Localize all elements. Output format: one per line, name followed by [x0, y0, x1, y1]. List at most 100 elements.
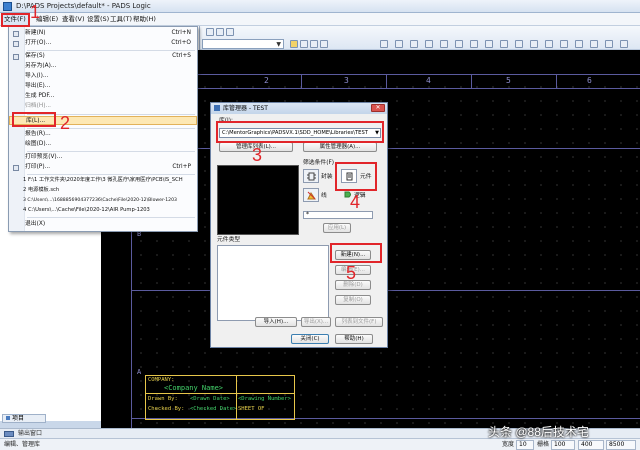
- dialog-title-bar: 库管理器 - TEST ✕: [211, 103, 387, 114]
- menu-bar: 文件(F) 编辑(E) 查看(V) 设置(S) 工具(T) 帮助(H): [0, 13, 640, 26]
- filter-input[interactable]: *: [303, 211, 373, 219]
- export-button[interactable]: 导出(X)...: [301, 317, 331, 327]
- toolbar-combo[interactable]: ▼: [202, 39, 284, 49]
- tool-icon[interactable]: [300, 40, 308, 48]
- menu-help[interactable]: 帮助(H): [131, 13, 158, 26]
- menu-item-label: 打印预览(V)...: [25, 154, 63, 160]
- menu-item-export[interactable]: 导出(E)...: [9, 82, 197, 91]
- import-button[interactable]: 导入(H)...: [255, 317, 297, 327]
- tool-icon[interactable]: [380, 40, 388, 48]
- tool-icon[interactable]: [455, 40, 463, 48]
- zone-label: 5: [506, 76, 511, 85]
- close-icon[interactable]: ✕: [371, 104, 385, 112]
- tool-icon[interactable]: [310, 40, 318, 48]
- part-types-list[interactable]: [217, 245, 329, 321]
- menu-item-label: 保存(S): [25, 53, 45, 59]
- copy-button[interactable]: 复制(O): [335, 295, 371, 305]
- zone-label: 6: [587, 76, 592, 85]
- annotation-number-4: 4: [350, 192, 361, 212]
- menu-item-recent-2[interactable]: 2 电源模板.sch: [9, 186, 197, 195]
- filter-value: *: [306, 211, 309, 218]
- tool-icon[interactable]: [530, 40, 538, 48]
- library-icon: [214, 105, 220, 111]
- menu-item-label: 导出(E)...: [25, 83, 51, 89]
- tool-icon[interactable]: [500, 40, 508, 48]
- select-tool-icon[interactable]: [290, 40, 298, 48]
- titleblock-company-label: COMPANY:: [148, 377, 175, 383]
- menu-item-reports[interactable]: 报告(R)...: [9, 130, 197, 139]
- annotation-box-3: [216, 121, 384, 143]
- save-icon: [13, 54, 19, 60]
- line-filter-label: 线: [321, 193, 327, 199]
- menu-item-recent-3[interactable]: 3 C:\Users\...\1688856904377236\Cache\Fi…: [9, 196, 197, 205]
- menu-item-label: 1 F:\1 工作文件夹\2020年度工作\3 微孔医疗\家用医疗\PCB\IS…: [23, 177, 183, 183]
- close-button[interactable]: 关闭(C): [291, 334, 329, 344]
- menu-view[interactable]: 查看(V): [60, 13, 87, 26]
- decal-icon: [307, 172, 316, 181]
- menu-item-label: 报告(R)...: [25, 131, 51, 137]
- title-bar: D:\PADS Projects\default* - PADS Logic: [0, 0, 640, 13]
- tool-icon[interactable]: [515, 40, 523, 48]
- menu-item-print[interactable]: 打印(P)... Ctrl+P: [9, 163, 197, 172]
- menu-item-label: 2 电源模板.sch: [23, 187, 60, 193]
- apply-button[interactable]: 应用(L): [323, 223, 351, 233]
- tool-icon[interactable]: [470, 40, 478, 48]
- tool-icon[interactable]: [440, 40, 448, 48]
- menu-item-save-as[interactable]: 另存为(A)...: [9, 62, 197, 71]
- tool-icon[interactable]: [320, 40, 328, 48]
- annotation-box-2: [12, 112, 56, 127]
- menu-item-label: 打印(P)...: [25, 164, 51, 170]
- zone-divider: [301, 74, 302, 88]
- menu-item-print-preview[interactable]: 打印预览(V)...: [9, 153, 197, 162]
- titleblock-divider: [146, 393, 294, 394]
- titleblock-divider: [236, 376, 237, 419]
- menu-item-save[interactable]: 保存(S) Ctrl+S: [9, 52, 197, 61]
- tool-icon[interactable]: [605, 40, 613, 48]
- menu-item-import[interactable]: 导入(I)...: [9, 72, 197, 81]
- grid-field[interactable]: 100: [551, 440, 575, 450]
- help-button[interactable]: 帮助(H): [335, 334, 373, 344]
- menu-item-plot[interactable]: 绘图(D)...: [9, 140, 197, 149]
- menu-item-shortcut: Ctrl+P: [172, 164, 191, 170]
- annotation-number-3: 3: [252, 145, 263, 165]
- tool-icon[interactable]: [620, 40, 628, 48]
- menu-item-open[interactable]: 打开(O)... Ctrl+O: [9, 39, 197, 48]
- menu-item-recent-1[interactable]: 1 F:\1 工作文件夹\2020年度工作\3 微孔医疗\家用医疗\PCB\IS…: [9, 176, 197, 185]
- row-label: A: [137, 368, 142, 376]
- menu-item-generate-pdf[interactable]: 生成 PDF...: [9, 92, 197, 101]
- decal-filter-button[interactable]: [303, 169, 319, 183]
- attribute-manager-button[interactable]: 属性管理器(A)...: [303, 142, 377, 152]
- annotation-number-1: 1: [30, 2, 41, 22]
- zone-divider: [471, 74, 472, 88]
- tool-icon[interactable]: [560, 40, 568, 48]
- menu-item-new[interactable]: 新建(N) Ctrl+N: [9, 29, 197, 38]
- tab-project[interactable]: 项目: [2, 414, 46, 423]
- menu-item-recent-4[interactable]: 4 C:\Users\...\Cache\File\2020-12\AIR Pu…: [9, 206, 197, 215]
- width-field[interactable]: 10: [516, 440, 534, 450]
- part-types-label: 元件类型: [217, 237, 241, 243]
- menu-item-archive[interactable]: 归档(H)...: [9, 102, 197, 111]
- output-window-icon: [4, 431, 14, 437]
- tool-icon[interactable]: [575, 40, 583, 48]
- project-icon: [6, 416, 10, 420]
- menu-item-label: 导入(I)...: [25, 73, 49, 79]
- tool-icon[interactable]: [226, 28, 234, 36]
- output-window-tab[interactable]: 输出窗口: [18, 430, 42, 438]
- titleblock-drawn-value: <Drawn Date>: [190, 396, 230, 402]
- line-filter-button[interactable]: [303, 188, 319, 202]
- tool-icon[interactable]: [485, 40, 493, 48]
- menu-separator: [27, 50, 195, 51]
- menu-item-exit[interactable]: 退出(X): [9, 220, 197, 229]
- menu-item-label: 打开(O)...: [25, 40, 52, 46]
- tool-icon[interactable]: [425, 40, 433, 48]
- x-coordinate: 400: [578, 440, 604, 450]
- tool-icon[interactable]: [410, 40, 418, 48]
- tool-icon[interactable]: [216, 28, 224, 36]
- zone-label: 3: [344, 76, 349, 85]
- tool-icon[interactable]: [395, 40, 403, 48]
- tool-icon[interactable]: [590, 40, 598, 48]
- annotation-number-5: 5: [346, 263, 357, 283]
- tool-icon[interactable]: [545, 40, 553, 48]
- list-to-file-button[interactable]: 列表到文件(F): [335, 317, 383, 327]
- tool-icon[interactable]: [206, 28, 214, 36]
